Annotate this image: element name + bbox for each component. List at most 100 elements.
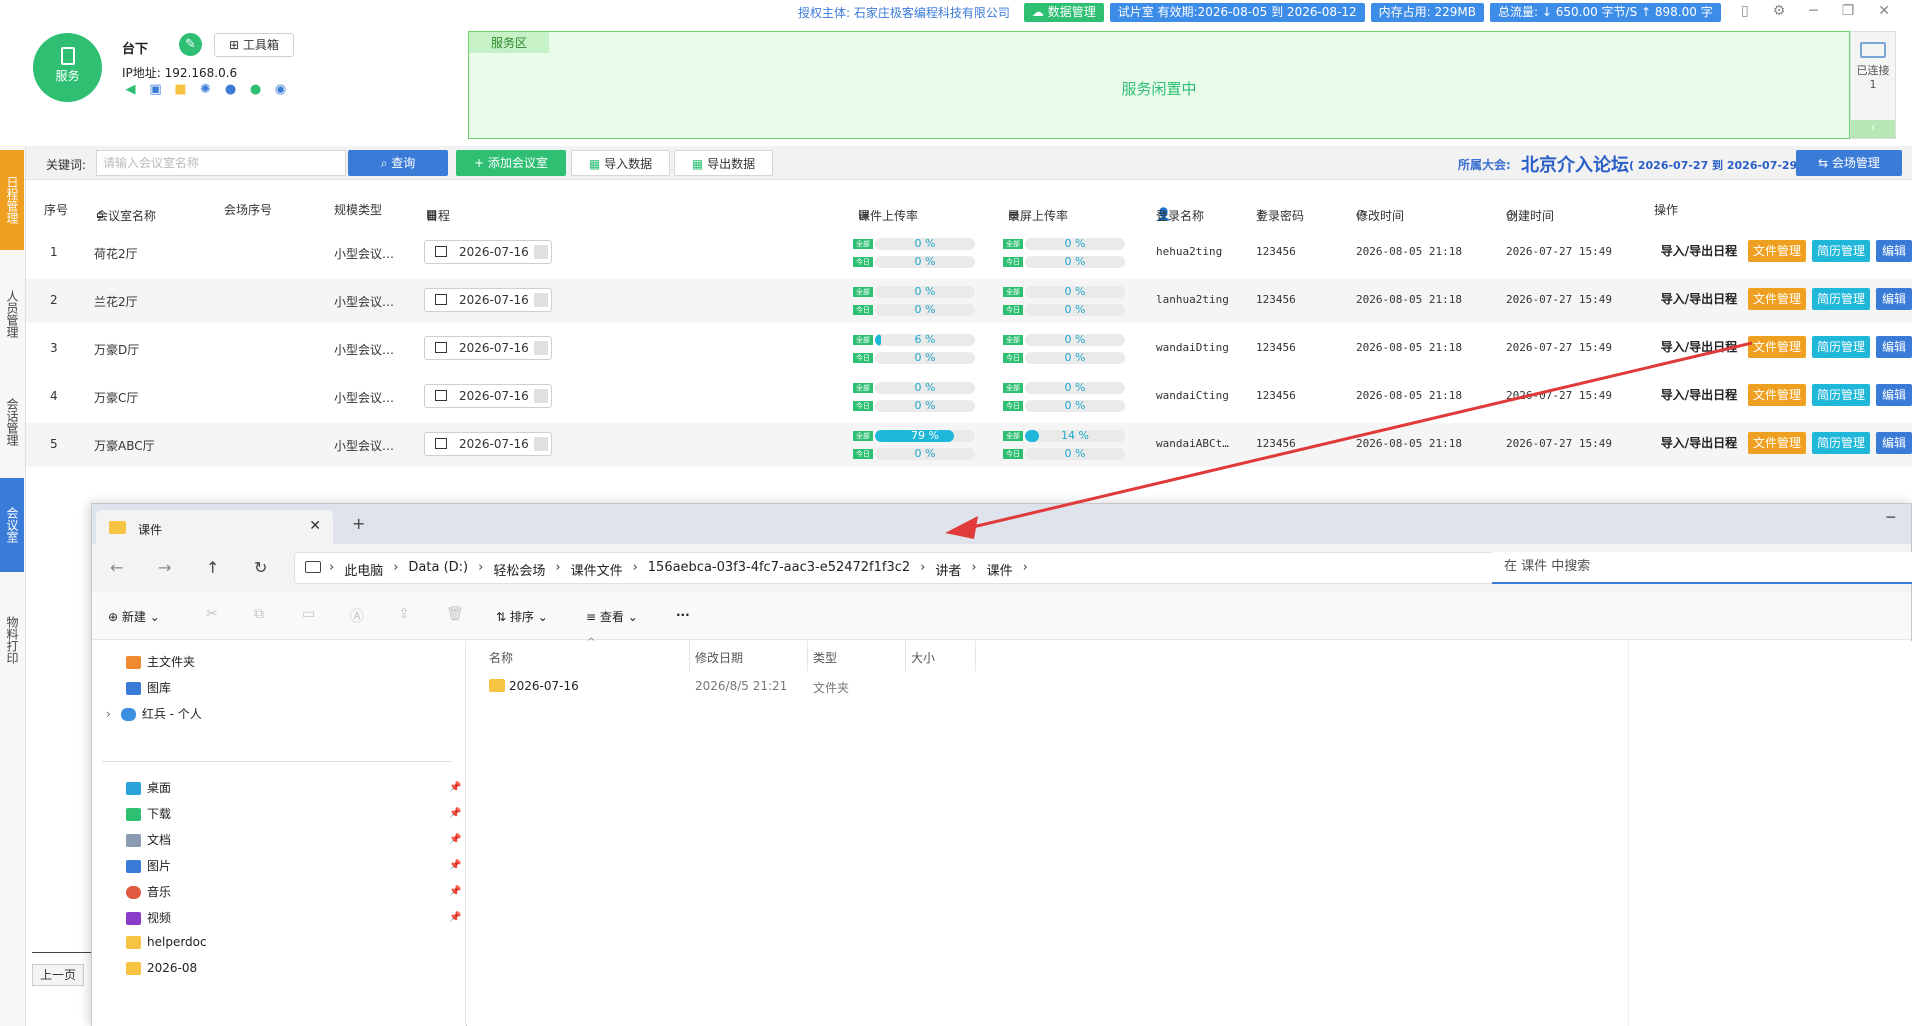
file-management-button[interactable]: 文件管理 — [1748, 288, 1806, 310]
minimize-icon[interactable]: ─ — [1809, 0, 1817, 22]
sidebar-item-print[interactable]: 物料打印 — [0, 590, 24, 690]
edit-row-button[interactable]: 编辑 — [1876, 288, 1912, 310]
import-export-schedule-button[interactable]: 导入/导出日程 — [1656, 240, 1742, 262]
schedule-date-picker[interactable]: 2026-07-16 — [424, 384, 552, 408]
nav-item-pictures[interactable]: 图片 — [126, 857, 171, 874]
file-management-button[interactable]: 文件管理 — [1748, 240, 1806, 262]
collapse-arrow-icon[interactable]: ‹ — [1851, 120, 1895, 138]
sidebar-item-schedule[interactable]: 日程管理 — [0, 150, 24, 250]
schedule-date-picker[interactable]: 2026-07-16 — [424, 432, 552, 456]
file-management-button[interactable]: 文件管理 — [1748, 384, 1806, 406]
pin-icon[interactable]: 📌 — [449, 912, 461, 923]
address-bar[interactable]: › 此电脑 › Data (D:) › 轻松会场 › 课件文件 › 156aeb… — [294, 552, 1494, 584]
breadcrumb-item[interactable]: Data (D:) — [408, 560, 468, 579]
search-status-icon[interactable]: ◉ — [272, 81, 289, 98]
back-arrow-icon[interactable]: ← — [110, 558, 123, 577]
nav-item-gallery[interactable]: 图库 — [126, 679, 171, 696]
prev-page-button[interactable]: 上一页 — [32, 964, 84, 986]
wechat-icon[interactable]: ● — [247, 81, 264, 98]
date-expand-icon[interactable] — [534, 293, 548, 307]
settings-icon[interactable]: ⚙ — [1773, 0, 1786, 22]
venue-management-button[interactable]: ⇆ 会场管理 — [1796, 150, 1902, 176]
pin-icon[interactable]: 📌 — [449, 808, 461, 819]
nav-item-onedrive[interactable]: › 红兵 - 个人 — [106, 705, 202, 722]
folder-icon[interactable]: ■ — [172, 81, 189, 98]
edit-station-button[interactable]: ✎ — [179, 33, 202, 56]
globe-icon[interactable]: ● — [222, 81, 239, 98]
column-header-name[interactable]: 名称 — [489, 649, 513, 666]
toolbox-button[interactable]: ⊞ 工具箱 — [214, 33, 294, 57]
explorer-search-input[interactable]: 在 课件 中搜索 — [1492, 552, 1912, 584]
nav-item-home[interactable]: 主文件夹 — [126, 653, 195, 670]
breadcrumb-item[interactable]: 课件 — [987, 560, 1013, 579]
breadcrumb-item[interactable]: 课件文件 — [571, 560, 623, 579]
view-button[interactable]: ≡ 查看 ⌄ — [586, 608, 638, 625]
column-header-type[interactable]: 类型 — [813, 649, 837, 666]
sidebar-item-sessions[interactable]: 会话管理 — [0, 372, 24, 472]
date-expand-icon[interactable] — [534, 341, 548, 355]
minimize-icon[interactable]: ─ — [1887, 510, 1895, 526]
column-divider[interactable] — [689, 641, 690, 671]
paste-icon[interactable]: ▭ — [302, 606, 315, 622]
column-header-modified[interactable]: 修改日期 — [695, 649, 743, 666]
column-header-size[interactable]: 大小 — [911, 649, 935, 666]
nav-item-2026-08[interactable]: 2026-08 — [126, 961, 197, 975]
cut-icon[interactable]: ✂ — [206, 606, 218, 622]
room-search-input[interactable]: 请输入会议室名称 — [96, 150, 346, 176]
column-divider[interactable] — [905, 641, 906, 671]
resume-management-button[interactable]: 简历管理 — [1812, 240, 1870, 262]
export-data-button[interactable]: ▦ 导出数据 — [674, 150, 773, 176]
file-management-button[interactable]: 文件管理 — [1748, 432, 1806, 454]
add-room-button[interactable]: + 添加会议室 — [456, 150, 566, 176]
nav-item-documents[interactable]: 文档 — [126, 831, 171, 848]
refresh-icon[interactable]: ↻ — [254, 558, 267, 577]
resume-management-button[interactable]: 简历管理 — [1812, 336, 1870, 358]
delete-icon[interactable]: 🗑 — [446, 606, 464, 622]
import-export-schedule-button[interactable]: 导入/导出日程 — [1656, 336, 1742, 358]
edit-row-button[interactable]: 编辑 — [1876, 432, 1912, 454]
network-icon[interactable]: ✺ — [197, 81, 214, 98]
sidebar-item-rooms[interactable]: 会议室 — [0, 478, 24, 572]
edit-row-button[interactable]: 编辑 — [1876, 384, 1912, 406]
file-row[interactable]: 2026-07-16 2026/8/5 21:21 文件夹 — [477, 675, 977, 697]
connection-panel[interactable]: 已连接 1 ‹ — [1850, 31, 1896, 139]
edit-row-button[interactable]: 编辑 — [1876, 336, 1912, 358]
pin-icon[interactable]: 📌 — [449, 860, 461, 871]
share-icon[interactable]: ⇪ — [398, 606, 410, 622]
schedule-date-picker[interactable]: 2026-07-16 — [424, 288, 552, 312]
import-data-button[interactable]: ▦ 导入数据 — [571, 150, 670, 176]
monitor-status-icon[interactable]: ▣ — [147, 81, 164, 98]
resume-management-button[interactable]: 简历管理 — [1812, 432, 1870, 454]
expand-chevron-icon[interactable]: › — [106, 707, 111, 721]
nav-item-helperdoc[interactable]: helperdoc — [126, 935, 207, 949]
query-button[interactable]: ⌕ 查询 — [348, 150, 448, 176]
service-logo[interactable]: 服务 — [33, 33, 102, 102]
column-divider[interactable] — [807, 641, 808, 671]
up-arrow-icon[interactable]: ↑ — [206, 558, 219, 577]
column-divider[interactable] — [975, 641, 976, 671]
new-button[interactable]: ⊕ 新建 ⌄ — [108, 608, 160, 625]
resume-management-button[interactable]: 简历管理 — [1812, 288, 1870, 310]
breadcrumb-item[interactable]: 讲者 — [935, 560, 961, 579]
forward-arrow-icon[interactable]: → — [158, 558, 171, 577]
date-expand-icon[interactable] — [534, 437, 548, 451]
speaker-icon[interactable]: ◀ — [122, 81, 139, 98]
rename-icon[interactable]: Ⓐ — [350, 606, 364, 626]
nav-item-desktop[interactable]: 桌面 — [126, 779, 171, 796]
breadcrumb-item[interactable]: 轻松会场 — [493, 560, 545, 579]
more-options-button[interactable]: ··· — [676, 608, 690, 622]
nav-item-downloads[interactable]: 下载 — [126, 805, 171, 822]
file-management-button[interactable]: 文件管理 — [1748, 336, 1806, 358]
data-management-button[interactable]: ☁ 数据管理 — [1023, 2, 1104, 22]
date-expand-icon[interactable] — [534, 389, 548, 403]
date-expand-icon[interactable] — [534, 245, 548, 259]
pin-icon[interactable]: 📌 — [449, 886, 461, 897]
schedule-date-picker[interactable]: 2026-07-16 — [424, 240, 552, 264]
new-tab-icon[interactable]: + — [352, 514, 365, 533]
pin-icon[interactable]: 📌 — [449, 834, 461, 845]
edit-row-button[interactable]: 编辑 — [1876, 240, 1912, 262]
resume-management-button[interactable]: 简历管理 — [1812, 384, 1870, 406]
breadcrumb-item[interactable]: 156aebca-03f3-4fc7-aac3-e52472f1f3c2 — [648, 560, 910, 579]
close-tab-icon[interactable]: ✕ — [309, 518, 321, 534]
explorer-tab[interactable]: 课件 ✕ — [96, 510, 333, 544]
